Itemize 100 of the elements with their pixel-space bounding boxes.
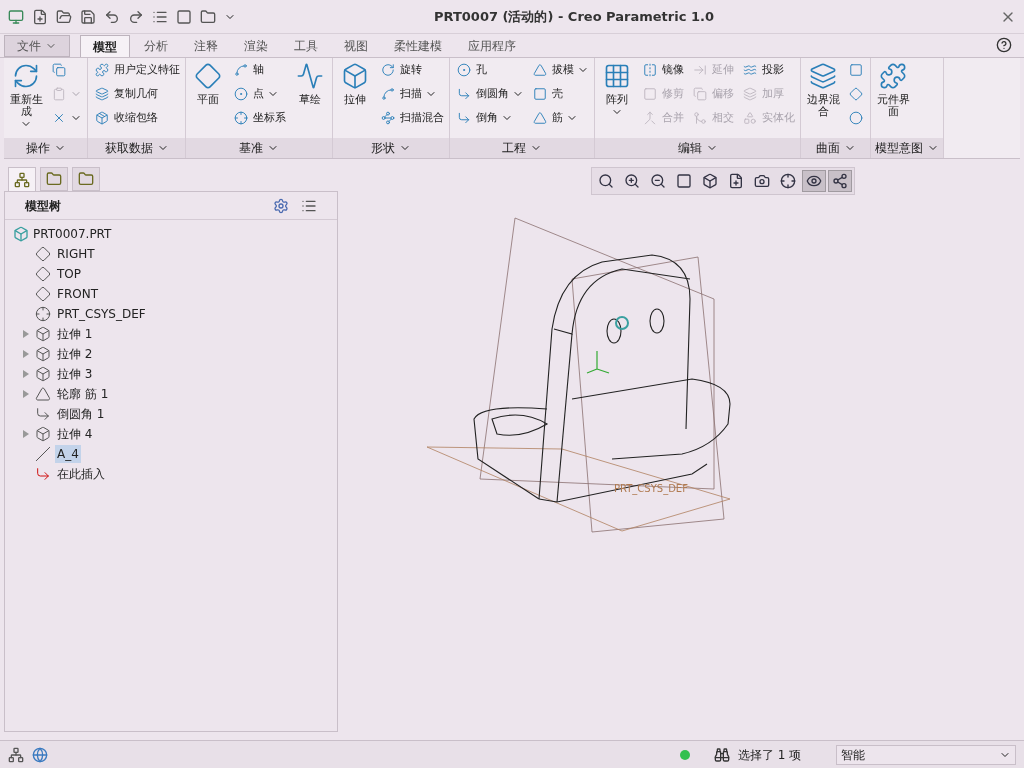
view-tool-icon [702, 173, 718, 189]
tree-item[interactable]: PRT0007.PRT [33, 225, 112, 243]
help-icon[interactable] [996, 37, 1012, 53]
tree-item[interactable]: 拉伸 1 [55, 325, 95, 343]
navigator-tab[interactable] [8, 167, 36, 191]
tool-icon [847, 61, 865, 79]
ribbon-tab[interactable]: 模型 [80, 35, 130, 57]
tool-icon [847, 85, 865, 103]
group-label[interactable]: 模型意图 [871, 138, 943, 158]
tool-icon [232, 85, 250, 103]
ribbon-button[interactable]: 复制几何 [91, 82, 182, 106]
group-label[interactable]: 操作 [4, 138, 87, 158]
view-tool-button[interactable] [828, 170, 852, 192]
ribbon-button[interactable]: 倒圆角 [453, 82, 526, 106]
app-icon [8, 8, 24, 25]
tree-item[interactable]: A_4 [55, 445, 81, 463]
tool-icon [809, 62, 837, 90]
tree-item[interactable]: PRT_CSYS_DEF [55, 305, 148, 323]
ribbon-tab[interactable]: 分析 [132, 35, 180, 57]
tree-item[interactable]: 轮廓 筋 1 [55, 385, 111, 403]
group-label[interactable]: 曲面 [801, 138, 870, 158]
quick-access-icon[interactable] [176, 8, 192, 25]
tool-icon [12, 62, 40, 90]
navigator-tab[interactable] [40, 167, 68, 191]
ribbon-button[interactable]: 拔模 [529, 58, 591, 82]
ribbon-tab[interactable]: 应用程序 [456, 35, 528, 57]
tool-icon [741, 85, 759, 103]
tool-icon [603, 62, 631, 90]
group-label[interactable]: 形状 [333, 138, 449, 158]
tree-item[interactable]: RIGHT [55, 245, 97, 263]
tree-item[interactable]: TOP [55, 265, 83, 283]
group-label[interactable]: 基准 [186, 138, 332, 158]
quick-access-icon[interactable] [32, 8, 48, 25]
quick-access-icon[interactable] [128, 8, 144, 25]
filter-dropdown[interactable]: 智能 [836, 744, 1016, 765]
view-tool-icon [650, 173, 666, 189]
ribbon-button[interactable]: 投影 [739, 58, 797, 82]
feature-icon [35, 266, 51, 282]
group-label[interactable]: 编辑 [595, 138, 800, 158]
ribbon-button[interactable]: 扫描混合 [377, 106, 446, 130]
tool-icon [93, 109, 111, 127]
quick-access-icon[interactable] [104, 8, 120, 25]
feature-icon [35, 386, 51, 402]
ribbon-button[interactable]: 壳 [529, 82, 591, 106]
ribbon-button[interactable]: 镜像 [639, 58, 686, 82]
ribbon-button[interactable]: 倒角 [453, 106, 526, 130]
ribbon-tab[interactable]: 渲染 [232, 35, 280, 57]
ribbon-tab[interactable]: 工具 [282, 35, 330, 57]
navigator-tab[interactable] [72, 167, 100, 191]
tool-icon [93, 61, 111, 79]
tree-toggle-icon[interactable] [8, 746, 24, 763]
ribbon-large-button[interactable]: 重新生成 [7, 58, 45, 130]
tool-icon [879, 62, 907, 90]
ribbon-button[interactable]: 轴 [230, 58, 288, 82]
file-menu[interactable]: 文件 [4, 35, 70, 57]
ribbon-button[interactable]: 孔 [453, 58, 526, 82]
view-tool-button[interactable] [802, 170, 826, 192]
globe-icon[interactable] [32, 746, 48, 763]
ribbon-large-button[interactable]: 平面 [189, 58, 227, 106]
ribbon-large-button[interactable]: 边界混合 [804, 58, 842, 118]
tool-icon [741, 109, 759, 127]
view-tool-icon [806, 173, 822, 189]
tree-item[interactable]: 拉伸 3 [55, 365, 95, 383]
ribbon-tab[interactable]: 注释 [182, 35, 230, 57]
tree-item[interactable]: FRONT [55, 285, 100, 303]
find-icon[interactable] [714, 746, 730, 763]
navigator-icon [14, 171, 30, 188]
tool-icon [531, 85, 549, 103]
tree-item[interactable]: 拉伸 2 [55, 345, 95, 363]
ribbon-button[interactable]: 用户定义特征 [91, 58, 182, 82]
feature-icon [35, 306, 51, 322]
ribbon-large-button[interactable]: 拉伸 [336, 58, 374, 106]
panel-title: 模型树 [25, 197, 61, 215]
ribbon-tab[interactable]: 柔性建模 [382, 35, 454, 57]
quick-access-icon[interactable] [56, 8, 72, 25]
settings-icon[interactable] [273, 197, 289, 214]
ribbon-button[interactable]: 点 [230, 82, 288, 106]
tree-item[interactable]: 倒圆角 1 [55, 405, 107, 423]
group-label[interactable]: 工程 [450, 138, 594, 158]
csys-label: PRT_CSYS_DEF [614, 482, 688, 496]
feature-icon [35, 326, 51, 342]
ribbon-button[interactable]: 筋 [529, 106, 591, 130]
ribbon-button[interactable]: 坐标系 [230, 106, 288, 130]
quick-access-icon[interactable] [80, 8, 96, 25]
tool-icon [379, 85, 397, 103]
ribbon-large-button[interactable]: 元件界面 [874, 58, 912, 118]
group-label[interactable]: 获取数据 [88, 138, 185, 158]
feature-icon [35, 446, 51, 462]
ribbon-large-button[interactable]: 阵列 [598, 58, 636, 118]
ribbon-large-button[interactable]: 草绘 [291, 58, 329, 106]
tree-item[interactable]: 拉伸 4 [55, 425, 95, 443]
ribbon-button[interactable]: 旋转 [377, 58, 446, 82]
quick-access-icon[interactable] [200, 8, 216, 25]
view-tool-icon [754, 173, 770, 189]
tree-item[interactable]: 在此插入 [55, 465, 107, 483]
view-tool-icon [728, 173, 744, 189]
status-light-icon [680, 749, 690, 760]
ribbon-tab[interactable]: 视图 [332, 35, 380, 57]
ribbon-button[interactable]: 扫描 [377, 82, 446, 106]
ribbon-button[interactable]: 收缩包络 [91, 106, 182, 130]
